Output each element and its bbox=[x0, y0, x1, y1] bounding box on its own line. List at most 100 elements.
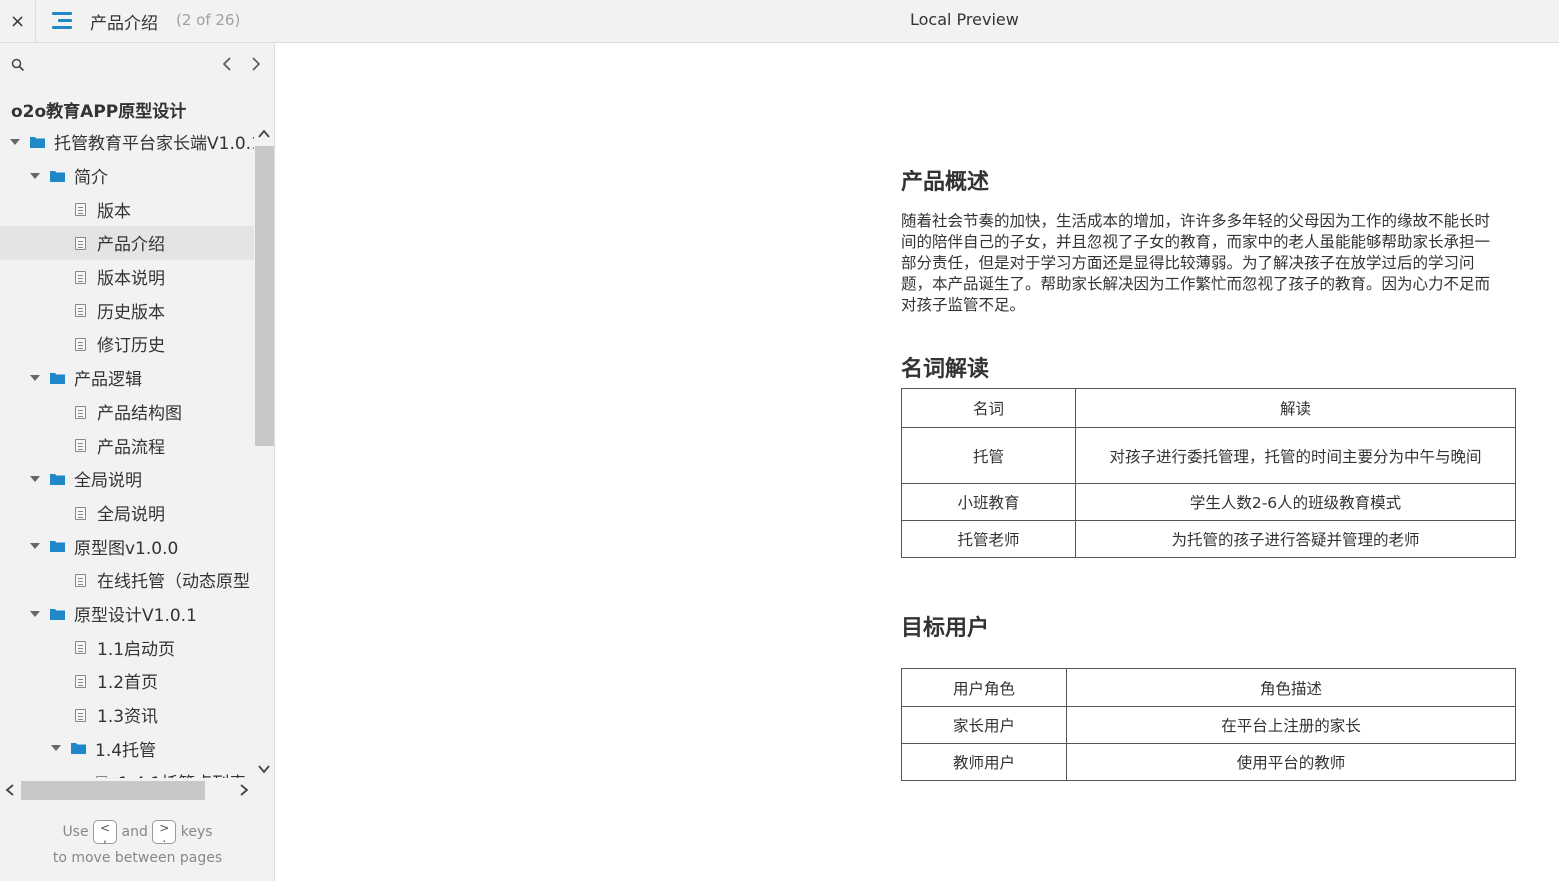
tree-page[interactable]: 产品结构图 bbox=[0, 395, 254, 429]
table-cell: 托管老师 bbox=[901, 520, 1076, 558]
vertical-scrollbar-thumb[interactable] bbox=[255, 146, 274, 446]
tree-item-label: 产品流程 bbox=[97, 437, 165, 458]
sidebar-toggle-button[interactable] bbox=[50, 9, 74, 33]
tree-page[interactable]: 历史版本 bbox=[0, 293, 254, 327]
page-icon bbox=[75, 675, 86, 688]
page-icon bbox=[75, 338, 86, 352]
tree-item-label: 历史版本 bbox=[97, 302, 165, 323]
page-icon bbox=[75, 641, 86, 655]
tree-page[interactable]: 修订历史 bbox=[0, 327, 254, 361]
page-icon bbox=[75, 203, 86, 217]
next-page-icon[interactable] bbox=[248, 55, 264, 73]
tree-item-label: 产品逻辑 bbox=[74, 370, 142, 391]
page-icon bbox=[75, 304, 86, 318]
tree-page[interactable]: 1.4.1托管点列表 bbox=[0, 765, 254, 778]
folder-icon bbox=[50, 608, 65, 620]
tree-folder[interactable]: 产品逻辑 bbox=[0, 361, 254, 395]
table-cell: 小班教育 bbox=[901, 483, 1076, 521]
tree-item-label: 托管教育平台家长端V1.0.1 bbox=[54, 134, 254, 155]
table-cell: 对孩子进行委托管理，托管的时间主要分为中午与晚间 bbox=[1075, 427, 1516, 484]
tree-item-label: 全局说明 bbox=[97, 504, 165, 525]
tree-page[interactable]: 全局说明 bbox=[0, 496, 254, 530]
tree-item-label: 1.4托管 bbox=[95, 740, 157, 761]
table-row: 教师用户 使用平台的教师 bbox=[901, 743, 1516, 781]
scroll-left-icon[interactable] bbox=[3, 783, 17, 797]
tree-page[interactable]: 产品介绍 bbox=[0, 226, 254, 260]
page-icon bbox=[75, 405, 86, 419]
tree-folder[interactable]: 原型图v1.0.0 bbox=[0, 529, 254, 563]
expand-caret-icon[interactable] bbox=[30, 543, 40, 550]
tree-item-label: 1.4.1托管点列表 bbox=[118, 769, 246, 778]
tree-folder[interactable]: 简介 bbox=[0, 159, 254, 193]
expand-caret-icon[interactable] bbox=[51, 745, 61, 752]
table-row: 托管老师 为托管的孩子进行答疑并管理的老师 bbox=[901, 520, 1516, 558]
window-title: Local Preview bbox=[910, 10, 1019, 29]
top-bar: × 产品介绍 (2 of 26) Local Preview bbox=[0, 0, 1559, 43]
page-count: (2 of 26) bbox=[176, 11, 241, 29]
help-and: and bbox=[121, 824, 148, 840]
tree-page[interactable]: 版本说明 bbox=[0, 260, 254, 294]
horizontal-scrollbar-thumb[interactable] bbox=[21, 781, 205, 800]
sidebar: o2o教育APP原型设计 托管教育平台家长端V1.0.1 简介 版本 产品介绍 版本说明… bbox=[0, 43, 275, 881]
previous-page-icon[interactable] bbox=[219, 55, 235, 73]
table-row: 托管 对孩子进行委托管理，托管的时间主要分为中午与晚间 bbox=[901, 427, 1516, 484]
table-cell: 在平台上注册的家长 bbox=[1066, 706, 1516, 744]
tree-folder[interactable]: 托管教育平台家长端V1.0.1 bbox=[0, 125, 254, 159]
page-icon bbox=[75, 708, 86, 722]
folder-icon bbox=[71, 743, 86, 755]
close-button[interactable]: × bbox=[0, 0, 36, 42]
expand-caret-icon[interactable] bbox=[30, 374, 40, 381]
table-header-row: 用户角色 角色描述 bbox=[901, 668, 1516, 707]
tree-folder[interactable]: 全局说明 bbox=[0, 462, 254, 496]
search-icon[interactable] bbox=[11, 58, 25, 72]
tree-item-label: 产品结构图 bbox=[97, 403, 182, 424]
overview-heading: 产品概述 bbox=[901, 170, 990, 195]
tree-folder[interactable]: 1.4托管 bbox=[0, 731, 254, 765]
scroll-up-icon[interactable] bbox=[257, 127, 271, 141]
page-title: 产品介绍 bbox=[90, 14, 158, 34]
table-header-cell: 解读 bbox=[1075, 388, 1516, 428]
tree-folder[interactable]: 原型设计V1.0.1 bbox=[0, 597, 254, 631]
overview-text: 随着社会节奏的加快，生活成本的增加，许许多多年轻的父母因为工作的缘故不能长时间的… bbox=[901, 212, 1491, 314]
folder-icon bbox=[50, 541, 65, 553]
expand-caret-icon[interactable] bbox=[10, 139, 20, 145]
menu-icon-line bbox=[58, 19, 72, 22]
table-header-row: 名词 解读 bbox=[901, 388, 1516, 428]
close-icon: × bbox=[9, 10, 26, 32]
tree-item-label: 原型设计V1.0.1 bbox=[74, 605, 197, 626]
tree-item-label: 版本 bbox=[97, 201, 131, 222]
target-users-heading: 目标用户 bbox=[901, 616, 990, 641]
tree-item-label: 产品介绍 bbox=[97, 235, 165, 256]
expand-caret-icon[interactable] bbox=[30, 610, 40, 617]
tree-item-label: 版本说明 bbox=[97, 269, 165, 290]
scroll-down-icon[interactable] bbox=[257, 762, 271, 776]
folder-icon bbox=[50, 170, 65, 182]
tree-page[interactable]: 1.1启动页 bbox=[0, 630, 254, 664]
tree-item-label: 1.2首页 bbox=[97, 673, 159, 694]
users-table: 用户角色 角色描述 家长用户 在平台上注册的家长 教师用户 使用平台的教师 bbox=[901, 668, 1516, 781]
expand-caret-icon[interactable] bbox=[30, 475, 40, 482]
tree-item-label: 原型图v1.0.0 bbox=[74, 538, 179, 559]
tree-item-label: 在线托管（动态原型 bbox=[97, 572, 250, 593]
expand-caret-icon[interactable] bbox=[30, 172, 40, 179]
table-header-cell: 名词 bbox=[901, 388, 1076, 428]
page-icon bbox=[75, 237, 86, 251]
terms-table: 名词 解读 托管 对孩子进行委托管理，托管的时间主要分为中午与晚间 小班教育 学… bbox=[901, 388, 1516, 558]
table-row: 家长用户 在平台上注册的家长 bbox=[901, 706, 1516, 744]
tree-item-label: 全局说明 bbox=[74, 471, 142, 492]
scroll-right-icon[interactable] bbox=[237, 783, 251, 797]
tree-page[interactable]: 产品流程 bbox=[0, 428, 254, 462]
page-icon bbox=[75, 506, 86, 520]
tree-page[interactable]: 1.3资讯 bbox=[0, 698, 254, 732]
tree-page[interactable]: 版本 bbox=[0, 192, 254, 226]
menu-icon-line bbox=[52, 26, 72, 29]
help-use: Use bbox=[62, 824, 89, 840]
tree-item-label: 简介 bbox=[74, 168, 108, 189]
keyboard-help-line1: Use < , and > . keys bbox=[0, 819, 275, 845]
page-icon bbox=[75, 439, 86, 453]
tree-item-label: 1.3资讯 bbox=[97, 707, 159, 728]
table-cell: 教师用户 bbox=[901, 743, 1067, 781]
terms-heading: 名词解读 bbox=[901, 357, 990, 382]
tree-page[interactable]: 在线托管（动态原型 bbox=[0, 563, 254, 597]
tree-page[interactable]: 1.2首页 bbox=[0, 664, 254, 698]
